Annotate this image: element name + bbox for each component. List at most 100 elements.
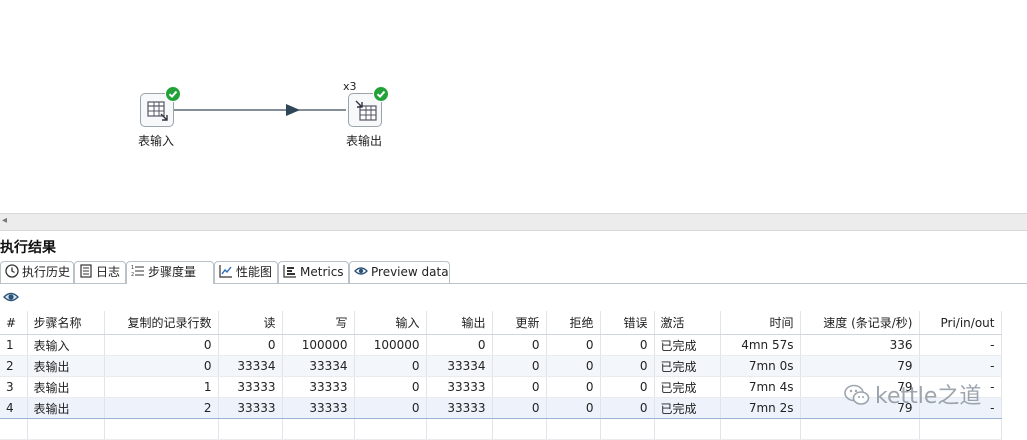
table-cell: 33333 — [282, 376, 355, 398]
tab-step-metrics[interactable]: 1 2 步骤度量 — [126, 261, 214, 284]
column-header[interactable]: 输入 — [354, 311, 427, 335]
chart-icon — [219, 265, 232, 278]
tab-log[interactable]: 日志 — [74, 261, 126, 283]
column-header[interactable]: 写 — [282, 311, 355, 335]
table-cell: 表输入 — [27, 334, 105, 356]
table-row[interactable]: 2 表输出 0 33334 33334 0 33334 0 0 0 已完成 7m… — [0, 355, 1002, 377]
svg-text:2: 2 — [131, 272, 134, 278]
table-cell: 2 — [0, 355, 28, 377]
copies-label: x3 — [343, 80, 357, 93]
table-cell — [600, 418, 655, 440]
column-header[interactable]: 拒绝 — [546, 311, 601, 335]
tab-label: 执行历史 — [22, 265, 71, 279]
column-header[interactable]: 输出 — [426, 311, 493, 335]
log-icon — [80, 264, 92, 278]
column-header[interactable]: # — [0, 311, 28, 335]
table-cell: 1 — [104, 376, 219, 398]
table-cell: 7mn 4s — [720, 376, 801, 398]
transformation-canvas[interactable]: 表输入 x3 表输出 — [0, 0, 1027, 213]
tab-label: Metrics — [300, 265, 344, 279]
table-cell: 已完成 — [654, 355, 721, 377]
scroll-left-icon[interactable]: ◂ — [2, 215, 7, 226]
table-cell: 0 — [104, 334, 219, 356]
table-cell: 33333 — [218, 376, 283, 398]
eye-icon — [354, 267, 368, 275]
table-cell — [282, 418, 355, 440]
table-cell: 0 — [492, 397, 547, 419]
table-cell: - — [919, 355, 1002, 377]
table-cell: 33333 — [282, 397, 355, 419]
table-cell: 0 — [354, 355, 427, 377]
table-cell — [919, 418, 1002, 440]
metrics-icon — [283, 265, 296, 278]
success-check-icon — [373, 86, 389, 102]
table-cell: 已完成 — [654, 334, 721, 356]
table-cell: 33334 — [426, 355, 493, 377]
table-cell: 0 — [600, 397, 655, 419]
table-cell — [0, 418, 28, 440]
table-cell: 33333 — [218, 397, 283, 419]
tab-performance-graph[interactable]: 性能图 — [214, 261, 278, 283]
table-cell: 0 — [354, 376, 427, 398]
table-cell: 100000 — [282, 334, 355, 356]
hop-arrow[interactable] — [174, 100, 350, 120]
table-cell: 0 — [600, 355, 655, 377]
column-header[interactable]: 错误 — [600, 311, 655, 335]
table-cell: 表输出 — [27, 397, 105, 419]
table-cell: 0 — [354, 397, 427, 419]
tab-label: Preview data — [371, 265, 449, 279]
table-cell: 1 — [0, 334, 28, 356]
table-cell: 表输出 — [27, 376, 105, 398]
table-cell: 0 — [426, 334, 493, 356]
table-cell: 0 — [218, 334, 283, 356]
table-cell: - — [919, 334, 1002, 356]
table-cell: 7mn 0s — [720, 355, 801, 377]
table-cell: 336 — [800, 334, 920, 356]
watermark: kettle之道 — [843, 378, 981, 410]
column-header[interactable]: 速度 (条记录/秒) — [800, 311, 920, 335]
table-row-empty — [0, 418, 1002, 440]
step-metrics-table: # 步骤名称 复制的记录行数 读 写 输入 输出 更新 拒绝 错误 激活 时间 … — [0, 311, 1002, 440]
table-output-icon — [355, 100, 377, 121]
table-row[interactable]: 1 表输入 0 0 100000 100000 0 0 0 0 已完成 4mn … — [0, 334, 1002, 356]
tab-metrics[interactable]: Metrics — [278, 261, 349, 283]
column-header[interactable]: 更新 — [492, 311, 547, 335]
tab-preview-data[interactable]: Preview data — [349, 261, 450, 283]
table-cell: 已完成 — [654, 376, 721, 398]
table-cell: 4 — [0, 397, 28, 419]
table-cell: 33333 — [426, 397, 493, 419]
table-cell: 0 — [600, 334, 655, 356]
table-cell: 33334 — [282, 355, 355, 377]
results-tabs: 执行历史 日志 1 2 步骤度量 性能图 Metrics Preview data — [0, 261, 1027, 284]
clock-icon — [5, 264, 19, 278]
wechat-logo-icon — [844, 384, 870, 405]
table-cell: 0 — [492, 376, 547, 398]
column-header[interactable]: 激活 — [654, 311, 721, 335]
column-header[interactable]: 时间 — [720, 311, 801, 335]
column-header[interactable]: 步骤名称 — [27, 311, 105, 335]
tab-execution-history[interactable]: 执行历史 — [0, 261, 74, 283]
panel-splitter[interactable]: ◂ — [0, 213, 1027, 231]
results-title: 执行结果 — [0, 240, 56, 256]
table-cell: 0 — [104, 355, 219, 377]
tab-label: 性能图 — [236, 265, 273, 279]
step-label: 表输出 — [346, 134, 383, 148]
table-cell — [426, 418, 493, 440]
table-cell — [104, 418, 219, 440]
table-cell: 0 — [546, 334, 601, 356]
column-header[interactable]: 复制的记录行数 — [104, 311, 219, 335]
table-cell: 2 — [104, 397, 219, 419]
step-label: 表输入 — [138, 134, 175, 148]
table-cell — [218, 418, 283, 440]
table-cell: 100000 — [354, 334, 427, 356]
column-header[interactable]: 读 — [218, 311, 283, 335]
table-cell: 3 — [0, 376, 28, 398]
table-cell — [654, 418, 721, 440]
table-input-icon — [147, 101, 168, 121]
column-header[interactable]: Pri/in/out — [919, 311, 1002, 335]
list-numbered-icon: 12 — [131, 265, 144, 278]
eye-icon[interactable] — [3, 291, 19, 303]
table-cell: 表输出 — [27, 355, 105, 377]
table-cell: 0 — [546, 397, 601, 419]
table-cell: 0 — [600, 376, 655, 398]
